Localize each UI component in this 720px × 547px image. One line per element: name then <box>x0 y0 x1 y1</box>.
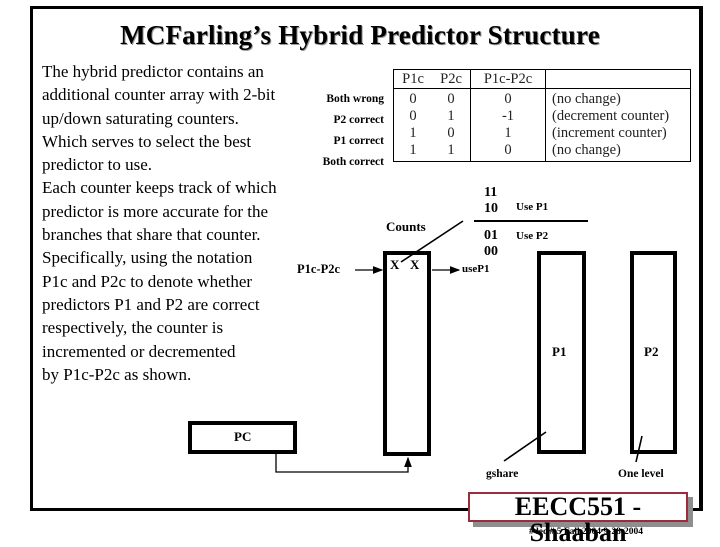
diagram-lines <box>275 220 643 473</box>
gshare-pointer <box>503 431 547 462</box>
footer-course-badge: EECC551 - Shaaban <box>468 492 688 546</box>
one-level-pointer <box>635 435 643 463</box>
counts-pointer <box>400 220 464 263</box>
footer-lecture-info: # lec # 5 Fall 2004 9-28-2004 <box>529 527 643 537</box>
pc-index-path <box>275 454 412 473</box>
